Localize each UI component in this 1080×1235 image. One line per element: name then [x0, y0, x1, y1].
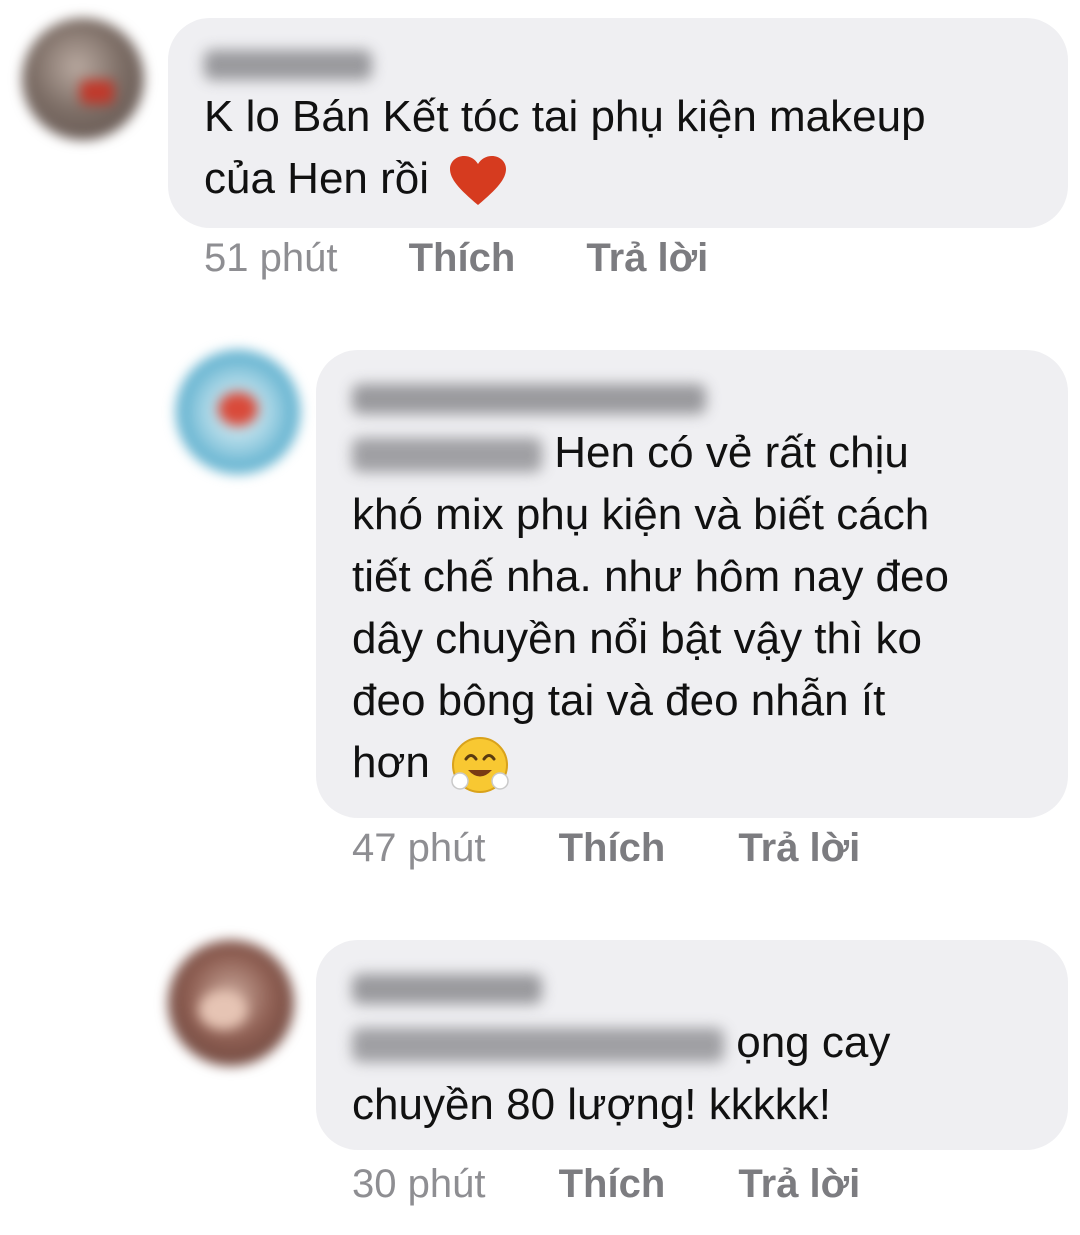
- comment-bubble: ọng cay chuyền 80 lượng! kkkkk!: [316, 940, 1068, 1150]
- comment-time: 51 phút: [204, 236, 338, 280]
- avatar[interactable]: [168, 940, 294, 1066]
- mention-redacted[interactable]: [352, 438, 542, 473]
- author-name-redacted[interactable]: [352, 384, 706, 414]
- comment-bubble: Hen có vẻ rất chịu khó mix phụ kiện và b…: [316, 350, 1068, 818]
- heart-emoji: [449, 155, 507, 207]
- author-name-redacted[interactable]: [204, 50, 372, 80]
- author-name-redacted[interactable]: [352, 974, 542, 1004]
- reply-button[interactable]: Trả lời: [738, 1162, 860, 1207]
- avatar[interactable]: [22, 18, 144, 140]
- mention-redacted[interactable]: [352, 1028, 724, 1063]
- comment-text: K lo Bán Kết tóc tai phụ kiện makeup của…: [204, 86, 926, 210]
- avatar[interactable]: [176, 350, 300, 474]
- comment-text: ọng cay chuyền 80 lượng! kkkkk!: [352, 1018, 891, 1129]
- smiling-face-emoji: [450, 735, 510, 795]
- comment-bubble: K lo Bán Kết tóc tai phụ kiện makeup của…: [168, 18, 1068, 228]
- comment-actions: 47 phút Thích Trả lời: [352, 826, 860, 871]
- comment-text: Hen có vẻ rất chịu khó mix phụ kiện và b…: [352, 422, 949, 795]
- like-button[interactable]: Thích: [559, 826, 666, 871]
- reply-button[interactable]: Trả lời: [586, 236, 708, 281]
- comment-time: 30 phút: [352, 1162, 486, 1206]
- comment-actions: 51 phút Thích Trả lời: [204, 236, 708, 281]
- comment-actions: 30 phút Thích Trả lời: [352, 1162, 860, 1207]
- like-button[interactable]: Thích: [409, 236, 516, 281]
- reply-button[interactable]: Trả lời: [738, 826, 860, 871]
- comment-time: 47 phút: [352, 826, 486, 870]
- like-button[interactable]: Thích: [559, 1162, 666, 1207]
